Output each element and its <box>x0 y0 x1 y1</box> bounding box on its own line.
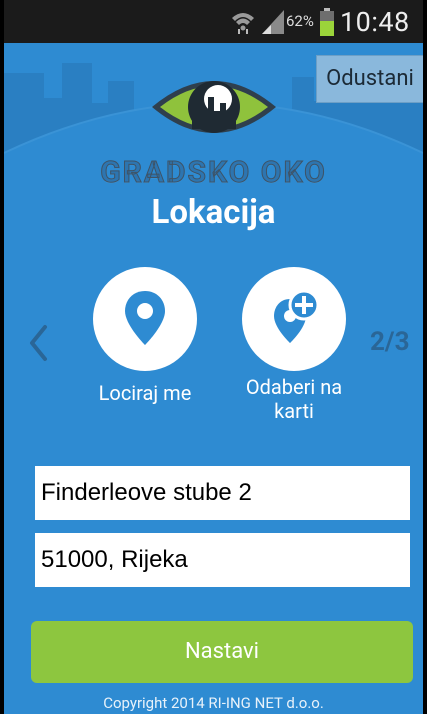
signal-icon <box>262 10 284 34</box>
pick-on-map-button[interactable] <box>242 267 346 371</box>
status-bar: 62% 10:48 <box>4 0 423 43</box>
locate-me-label[interactable]: Lociraj me <box>74 381 216 405</box>
battery-icon <box>320 8 334 36</box>
chevron-left-icon[interactable] <box>28 323 48 363</box>
copyright-text: Copyright 2014 RI-ING NET d.o.o. <box>103 694 324 712</box>
locate-me-button[interactable] <box>93 267 197 371</box>
brand-text: GRADSKO OKO <box>100 155 327 191</box>
gradsko-oko-logo <box>152 81 276 133</box>
step-indicator: 2/3 <box>370 327 410 357</box>
clock: 10:48 <box>340 6 410 38</box>
pick-on-map-label[interactable]: Odaberi na karti <box>226 375 362 423</box>
cancel-button[interactable]: Odustani <box>316 55 423 103</box>
map-pin-icon <box>125 291 165 345</box>
page-title: Lokacija <box>151 193 276 232</box>
next-button[interactable]: Nastavi <box>31 621 413 683</box>
city-postal-field[interactable] <box>35 533 410 587</box>
location-screen: Odustani GRADSKO OKO Lokacija 2/3 Locira… <box>4 43 423 714</box>
brand-name: GRADSKO OKO <box>4 155 423 191</box>
street-address-field[interactable] <box>35 466 410 520</box>
app-frame: 62% 10:48 Odustani GRADSKO OKO Lokacija <box>4 0 423 714</box>
map-pin-plus-icon <box>274 289 320 343</box>
battery-percent: 62% <box>286 12 314 30</box>
wifi-icon <box>232 13 254 34</box>
